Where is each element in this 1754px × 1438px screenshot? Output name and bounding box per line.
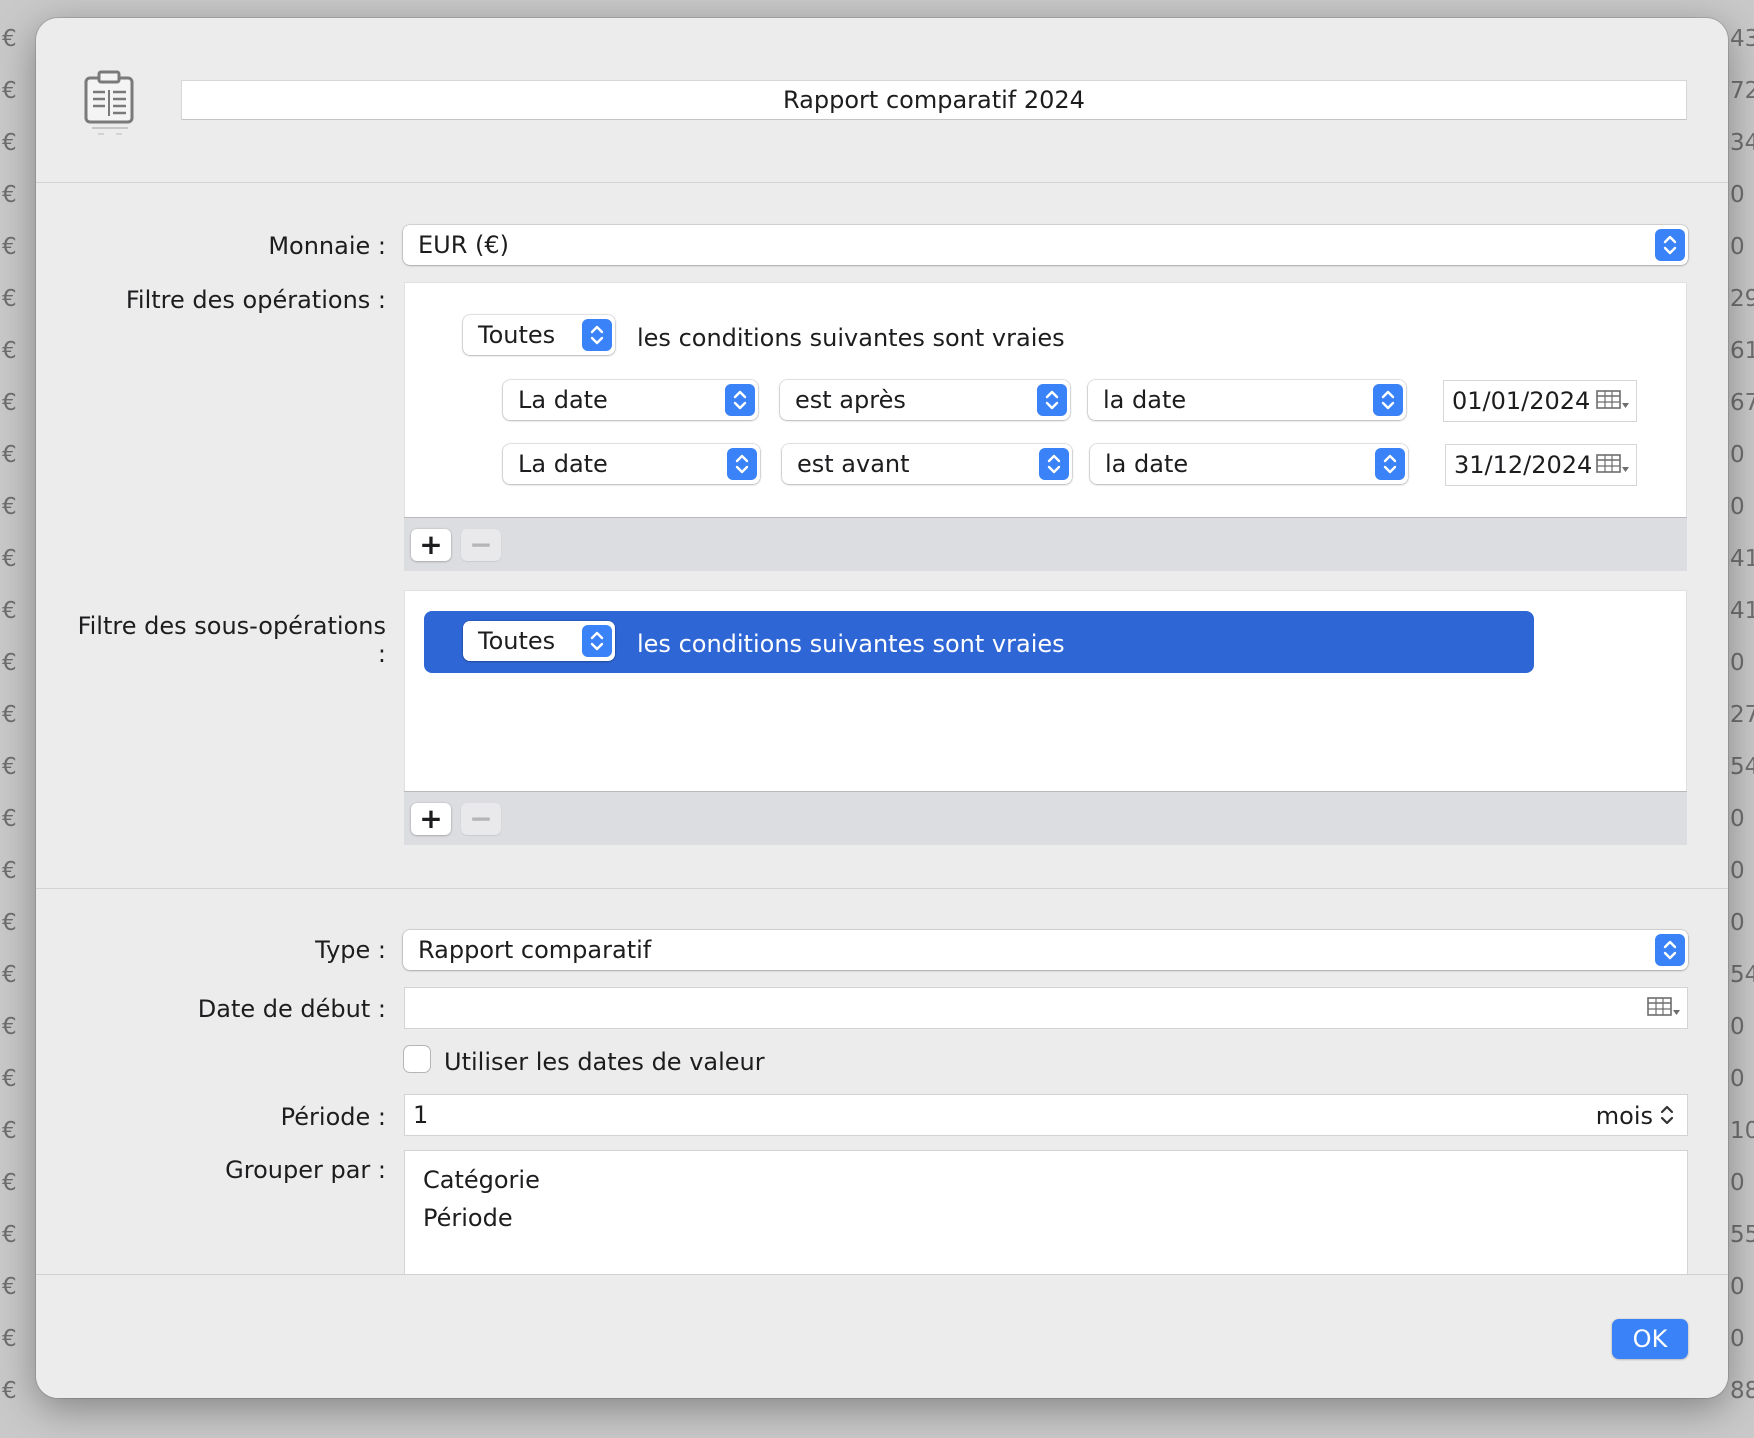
suboperations-match-chevron-icon — [582, 625, 612, 657]
rule1-field-chevron-icon — [725, 384, 755, 416]
currency-popup-chevron-icon — [1655, 229, 1685, 261]
section-divider — [36, 888, 1728, 889]
operations-match-text: les conditions suivantes sont vraies — [637, 324, 1065, 352]
suboperations-match-popup[interactable]: Toutes — [463, 621, 615, 661]
rule1-field-popup[interactable]: La date — [503, 380, 758, 420]
rule2-field-value: La date — [518, 450, 608, 478]
background-amount-column: 43 72 34 0 0 29 61 67 0 0 41 41 0 27 54 … — [1730, 26, 1754, 1404]
report-clipboard-icon — [82, 68, 138, 140]
type-value: Rapport comparatif — [418, 936, 652, 964]
period-unit: mois — [1595, 1102, 1653, 1130]
rule1-date-field[interactable]: 01/01/2024 — [1444, 381, 1636, 421]
footer-area — [36, 1275, 1728, 1398]
operations-rule-toolbar: + − — [404, 517, 1687, 571]
suboperations-filter-label: Filtre des sous-opérations : — [77, 612, 386, 668]
type-popup[interactable]: Rapport comparatif — [403, 930, 1688, 970]
rule2-operand-value: la date — [1105, 450, 1189, 478]
group-by-label: Grouper par : — [225, 1156, 386, 1184]
operations-filter-label: Filtre des opérations : — [125, 286, 386, 314]
currency-value: EUR (€) — [418, 231, 510, 259]
rule1-operand-chevron-icon — [1373, 384, 1403, 416]
operations-match-chevron-icon — [582, 319, 612, 351]
operations-match-value: Toutes — [478, 321, 556, 349]
suboperations-match-text: les conditions suivantes sont vraies — [637, 630, 1065, 658]
suboperations-match-value: Toutes — [478, 627, 556, 655]
rule1-date-value: 01/01/2024 — [1452, 387, 1591, 415]
list-item[interactable]: Catégorie — [423, 1166, 540, 1194]
operations-add-rule-button[interactable]: + — [411, 529, 451, 561]
suboperations-rule-toolbar: + − — [404, 791, 1687, 845]
report-settings-sheet: Rapport comparatif 2024 Monnaie : EUR (€… — [36, 18, 1728, 1398]
start-date-field[interactable] — [405, 988, 1687, 1028]
start-date-label: Date de début : — [197, 995, 386, 1023]
suboperations-remove-rule-button[interactable]: − — [461, 803, 501, 835]
currency-label: Monnaie : — [268, 232, 386, 260]
value-dates-checkbox[interactable] — [404, 1046, 430, 1072]
currency-popup[interactable]: EUR (€) — [403, 225, 1688, 265]
rule2-operand-popup[interactable]: la date — [1090, 444, 1408, 484]
rule1-operand-popup[interactable]: la date — [1088, 380, 1406, 420]
rule1-operator-chevron-icon — [1037, 384, 1067, 416]
type-label: Type : — [315, 936, 386, 964]
period-label: Période : — [280, 1103, 386, 1131]
operations-remove-rule-button[interactable]: − — [461, 529, 501, 561]
period-value: 1 — [413, 1101, 429, 1129]
background-currency-column: € € € € € € € € € € € € € € € € € € € € … — [2, 26, 17, 1404]
rule2-field-chevron-icon — [727, 448, 757, 480]
group-by-list[interactable]: Catégorie Période — [405, 1151, 1687, 1291]
rule2-field-popup[interactable]: La date — [503, 444, 760, 484]
list-item[interactable]: Période — [423, 1204, 513, 1232]
rule1-operator-popup[interactable]: est après — [780, 380, 1070, 420]
report-title-text: Rapport comparatif 2024 — [783, 86, 1085, 114]
rule2-date-field[interactable]: 31/12/2024 — [1446, 445, 1636, 485]
rule1-operator-value: est après — [795, 386, 906, 414]
suboperations-add-rule-button[interactable]: + — [411, 803, 451, 835]
rule2-date-value: 31/12/2024 — [1454, 451, 1593, 479]
report-title-field[interactable]: Rapport comparatif 2024 — [181, 80, 1687, 120]
rule2-operand-chevron-icon — [1375, 448, 1405, 480]
type-popup-chevron-icon — [1655, 934, 1685, 966]
value-dates-label: Utiliser les dates de valeur — [444, 1048, 765, 1076]
rule2-operator-value: est avant — [797, 450, 910, 478]
header-divider — [36, 182, 1728, 183]
rule2-operator-chevron-icon — [1039, 448, 1069, 480]
period-unit-chevron-icon[interactable] — [1659, 1104, 1675, 1126]
calendar-icon[interactable] — [1596, 454, 1630, 476]
calendar-icon[interactable] — [1647, 997, 1681, 1019]
calendar-icon[interactable] — [1596, 390, 1630, 412]
rule2-operator-popup[interactable]: est avant — [782, 444, 1072, 484]
rule1-field-value: La date — [518, 386, 608, 414]
ok-button[interactable]: OK — [1612, 1319, 1688, 1359]
period-field[interactable]: 1 mois — [405, 1095, 1687, 1135]
rule1-operand-value: la date — [1103, 386, 1187, 414]
operations-match-popup[interactable]: Toutes — [463, 315, 615, 355]
